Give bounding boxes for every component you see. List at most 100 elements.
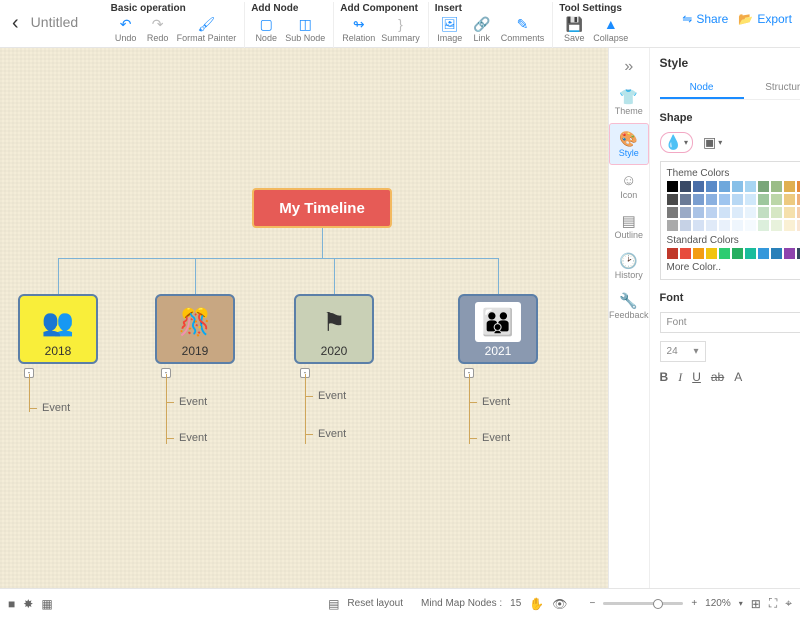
color-swatch[interactable] <box>693 194 704 205</box>
canvas[interactable]: My Timeline 👥2018 🎊2019 ⚑2020 👪2021 - - … <box>0 48 608 588</box>
tab-structure[interactable]: Structure <box>744 78 800 99</box>
strike-button[interactable]: ab <box>711 370 724 385</box>
year-node-2018[interactable]: 👥2018 <box>18 294 98 364</box>
redo-button[interactable]: ↷Redo <box>143 16 173 43</box>
color-swatch[interactable] <box>732 248 743 259</box>
color-swatch[interactable] <box>784 248 795 259</box>
color-swatch[interactable] <box>693 248 704 259</box>
fit-icon[interactable]: ⊞ <box>751 597 761 611</box>
year-node-2020[interactable]: ⚑2020 <box>294 294 374 364</box>
more-color-button[interactable]: More Color.. <box>667 262 800 273</box>
color-swatch[interactable] <box>758 194 769 205</box>
color-swatch[interactable] <box>706 248 717 259</box>
event-node[interactable]: Event <box>482 396 510 408</box>
color-swatch[interactable] <box>758 248 769 259</box>
color-swatch[interactable] <box>745 220 756 231</box>
font-size-select[interactable]: 24▾ <box>660 341 706 362</box>
image-button[interactable]: 🖼Image <box>435 16 465 43</box>
color-swatch[interactable] <box>667 220 678 231</box>
share-button[interactable]: ⇋Share <box>682 12 728 26</box>
bold-button[interactable]: B <box>660 370 669 385</box>
color-swatch[interactable] <box>693 207 704 218</box>
color-swatch[interactable] <box>771 207 782 218</box>
color-swatch[interactable] <box>797 194 800 205</box>
event-node[interactable]: Event <box>318 390 346 402</box>
collapse-panel-icon[interactable]: » <box>624 52 633 82</box>
color-swatch[interactable] <box>706 220 717 231</box>
hand-icon[interactable]: ✋ <box>529 597 544 611</box>
year-node-2021[interactable]: 👪2021 <box>458 294 538 364</box>
zoom-out-button[interactable]: − <box>589 598 595 609</box>
color-swatch[interactable] <box>719 194 730 205</box>
grid-icon[interactable]: ▦ <box>41 597 52 611</box>
theme-toggle-icon[interactable]: ■ <box>8 597 15 611</box>
color-swatch[interactable] <box>745 207 756 218</box>
color-swatch[interactable] <box>706 207 717 218</box>
color-swatch[interactable] <box>732 207 743 218</box>
color-swatch[interactable] <box>745 248 756 259</box>
color-swatch[interactable] <box>732 220 743 231</box>
zoom-slider[interactable] <box>603 602 683 605</box>
sidetab-style[interactable]: 🎨Style <box>609 123 649 165</box>
undo-button[interactable]: ↶Undo <box>111 16 141 43</box>
collapse-button[interactable]: ▲Collapse <box>591 16 630 43</box>
sidetab-outline[interactable]: ▤Outline <box>609 206 649 246</box>
color-swatch[interactable] <box>680 181 691 192</box>
event-node[interactable]: Event <box>42 402 70 414</box>
color-swatch[interactable] <box>797 207 800 218</box>
root-node[interactable]: My Timeline <box>252 188 392 228</box>
color-swatch[interactable] <box>719 207 730 218</box>
color-swatch[interactable] <box>706 194 717 205</box>
color-swatch[interactable] <box>771 194 782 205</box>
fill-color-button[interactable]: 💧▾ <box>660 132 693 153</box>
color-swatch[interactable] <box>758 220 769 231</box>
save-button[interactable]: 💾Save <box>559 16 589 43</box>
relation-button[interactable]: ↬Relation <box>340 16 377 43</box>
color-swatch[interactable] <box>719 181 730 192</box>
doc-title[interactable]: Untitled <box>27 2 105 30</box>
summary-button[interactable]: }Summary <box>379 16 422 43</box>
underline-button[interactable]: U <box>692 370 701 385</box>
color-swatch[interactable] <box>667 248 678 259</box>
locate-icon[interactable]: ⌖ <box>785 596 792 611</box>
color-swatch[interactable] <box>784 207 795 218</box>
color-swatch[interactable] <box>680 248 691 259</box>
comments-button[interactable]: ✎Comments <box>499 16 547 43</box>
tab-node[interactable]: Node <box>660 78 744 99</box>
color-swatch[interactable] <box>680 194 691 205</box>
color-swatch[interactable] <box>758 207 769 218</box>
color-swatch[interactable] <box>706 181 717 192</box>
export-button[interactable]: 📂Export <box>738 12 792 26</box>
color-swatch[interactable] <box>693 181 704 192</box>
format-painter-button[interactable]: 🖌Format Painter <box>175 16 239 43</box>
fullscreen-icon[interactable]: ⛶ <box>769 596 777 611</box>
color-swatch[interactable] <box>771 220 782 231</box>
color-swatch[interactable] <box>771 181 782 192</box>
sidetab-feedback[interactable]: 🔧Feedback <box>609 286 649 326</box>
year-node-2019[interactable]: 🎊2019 <box>155 294 235 364</box>
color-swatch[interactable] <box>797 248 800 259</box>
eye-icon[interactable]: 👁 <box>552 597 567 611</box>
event-node[interactable]: Event <box>482 432 510 444</box>
italic-button[interactable]: I <box>678 370 682 385</box>
sidetab-history[interactable]: 🕑History <box>609 246 649 286</box>
color-swatch[interactable] <box>680 207 691 218</box>
color-swatch[interactable] <box>732 181 743 192</box>
node-button[interactable]: ▢Node <box>251 16 281 43</box>
sidetab-theme[interactable]: 👕Theme <box>609 82 649 122</box>
font-family-select[interactable]: Font▾ <box>660 312 800 333</box>
zoom-in-button[interactable]: + <box>691 598 697 609</box>
color-swatch[interactable] <box>745 194 756 205</box>
link-button[interactable]: 🔗Link <box>467 16 497 43</box>
color-swatch[interactable] <box>680 220 691 231</box>
subnode-button[interactable]: ◫Sub Node <box>283 16 327 43</box>
color-swatch[interactable] <box>797 220 800 231</box>
color-swatch[interactable] <box>784 220 795 231</box>
event-node[interactable]: Event <box>179 432 207 444</box>
font-color-button[interactable]: A <box>734 370 742 385</box>
color-swatch[interactable] <box>732 194 743 205</box>
color-swatch[interactable] <box>784 181 795 192</box>
color-swatch[interactable] <box>667 207 678 218</box>
brightness-icon[interactable]: ✸ <box>23 597 33 611</box>
color-swatch[interactable] <box>771 248 782 259</box>
